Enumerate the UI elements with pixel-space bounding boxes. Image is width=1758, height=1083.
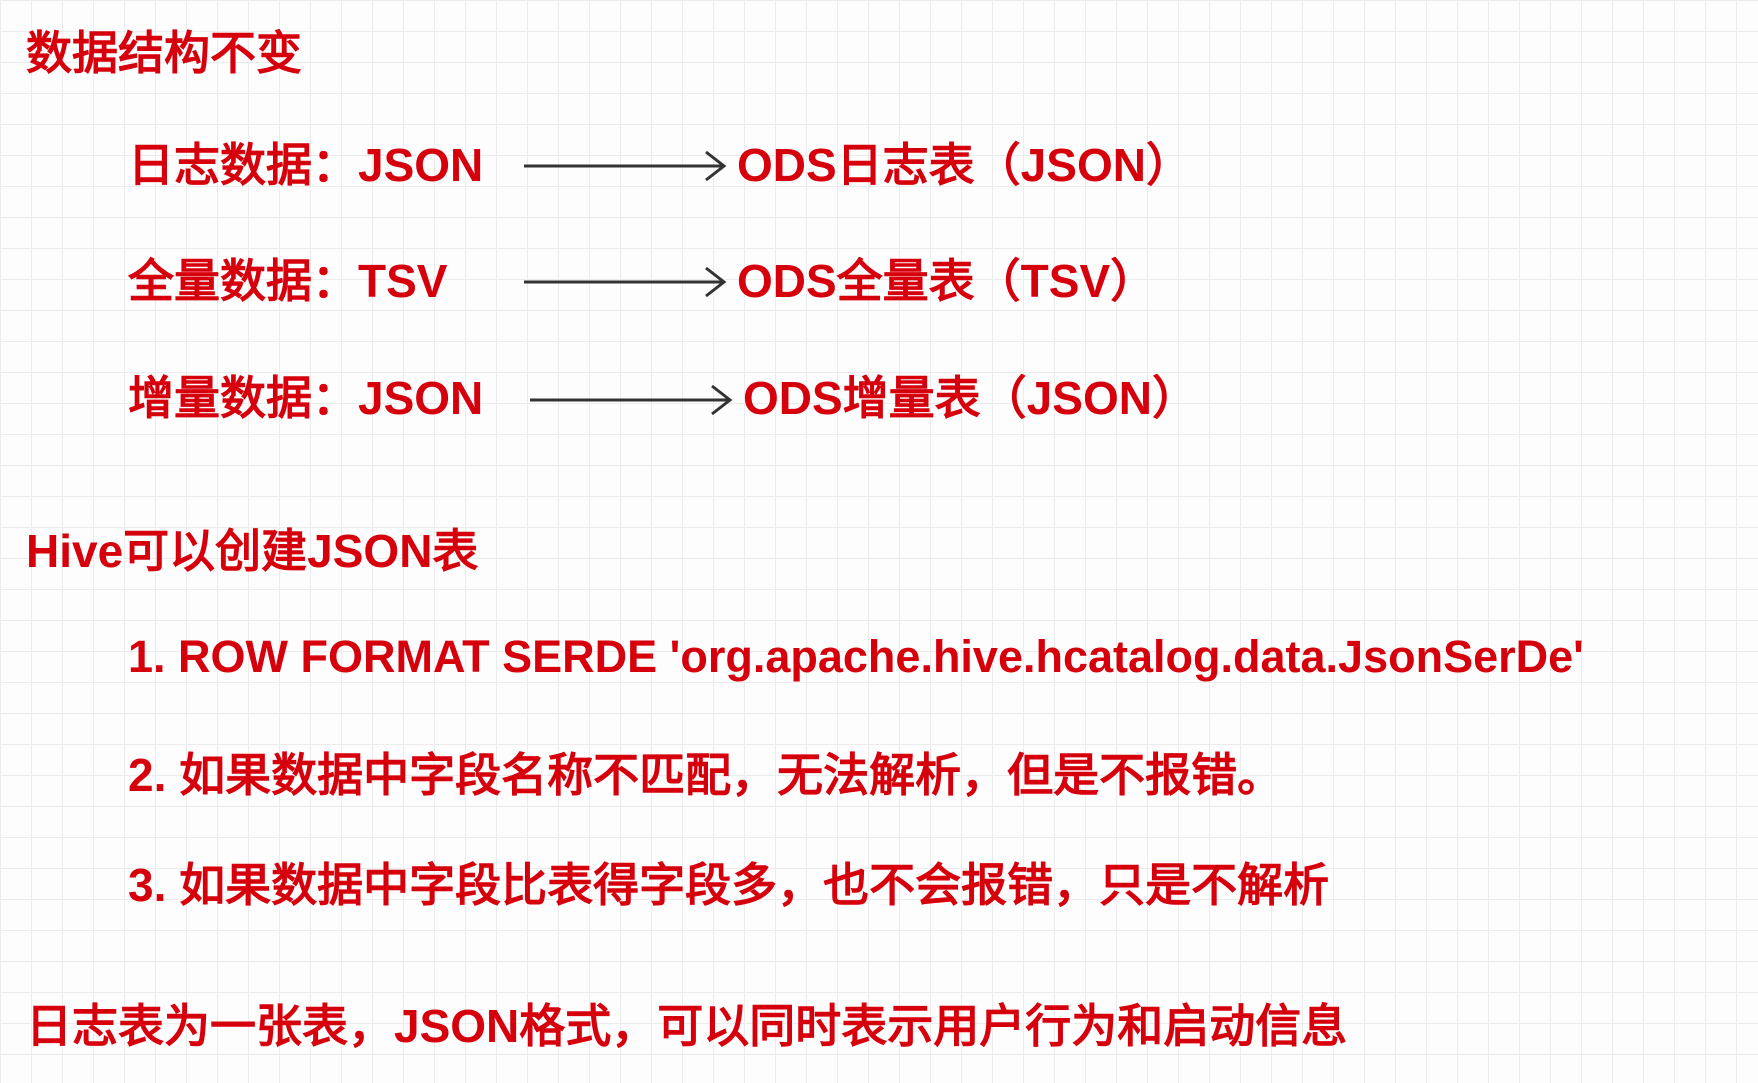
section-title-structure: 数据结构不变 — [26, 27, 302, 79]
mapping-target-log: ODS日志表（JSON） — [737, 139, 1192, 191]
note-item-1: 1. ROW FORMAT SERDE 'org.apache.hive.hca… — [128, 631, 1584, 682]
note-item-3: 3. 如果数据中字段比表得字段多，也不会报错，只是不解析 — [128, 859, 1330, 911]
mapping-target-incremental: ODS增量表（JSON） — [743, 372, 1198, 424]
summary-text: 日志表为一张表，JSON格式，可以同时表示用户行为和启动信息 — [26, 1000, 1348, 1052]
canvas: { "sections": { "structure_title": "数据结构… — [0, 0, 1758, 1083]
section-title-hive: Hive可以创建JSON表 — [26, 525, 479, 577]
mapping-source-log: 日志数据：JSON — [128, 139, 484, 191]
arrow-icon — [530, 384, 733, 416]
arrow-icon — [524, 266, 727, 298]
note-item-2: 2. 如果数据中字段名称不匹配，无法解析，但是不报错。 — [128, 749, 1284, 801]
mapping-source-full: 全量数据：TSV — [128, 255, 448, 307]
mapping-target-full: ODS全量表（TSV） — [737, 255, 1157, 307]
mapping-source-incremental: 增量数据：JSON — [128, 372, 484, 424]
arrow-icon — [524, 150, 727, 182]
